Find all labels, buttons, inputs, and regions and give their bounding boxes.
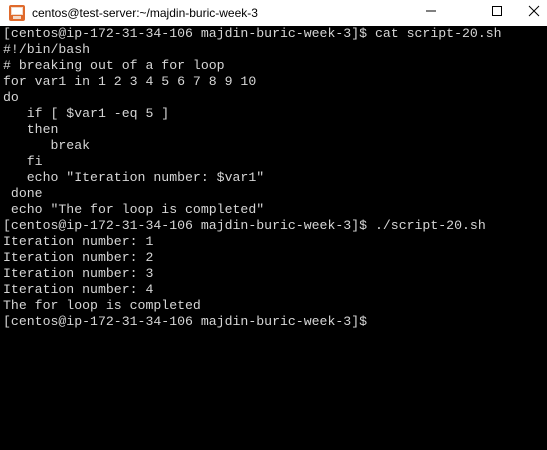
terminal-line: for var1 in 1 2 3 4 5 6 7 8 9 10	[3, 74, 257, 89]
terminal-line: break	[3, 138, 91, 153]
terminal-line: Iteration number: 2	[3, 250, 154, 265]
maximize-button[interactable]	[474, 0, 520, 26]
terminal-line: Iteration number: 3	[3, 266, 154, 281]
terminal-line: do	[3, 90, 19, 105]
window-title: centos@test-server:~/majdin-buric-week-3	[32, 6, 258, 20]
terminal-window: centos@test-server:~/majdin-buric-week-3	[0, 0, 547, 450]
minimize-button[interactable]	[408, 0, 454, 26]
terminal-line: # breaking out of a for loop	[3, 58, 225, 73]
title-bar[interactable]: centos@test-server:~/majdin-buric-week-3	[0, 0, 547, 26]
terminal-line: if [ $var1 -eq 5 ]	[3, 106, 170, 121]
terminal-line: [centos@ip-172-31-34-106 majdin-buric-we…	[3, 218, 486, 233]
terminal-line: Iteration number: 4	[3, 282, 154, 297]
terminal-line: echo "Iteration number: $var1"	[3, 170, 265, 185]
terminal-line: fi	[3, 154, 43, 169]
terminal-line: #!/bin/bash	[3, 42, 91, 57]
terminal-output[interactable]: [centos@ip-172-31-34-106 majdin-buric-we…	[0, 26, 547, 450]
terminal-line: Iteration number: 1	[3, 234, 154, 249]
maximize-icon	[491, 4, 503, 22]
close-button[interactable]	[520, 0, 547, 26]
minimize-icon	[425, 4, 437, 22]
terminal-line: done	[3, 186, 43, 201]
terminal-line: The for loop is completed	[3, 298, 201, 313]
terminal-line: echo "The for loop is completed"	[3, 202, 265, 217]
terminal-line: then	[3, 122, 59, 137]
terminal-line: [centos@ip-172-31-34-106 majdin-buric-we…	[3, 26, 502, 41]
putty-terminal-icon[interactable]	[8, 4, 26, 22]
terminal-prompt[interactable]: [centos@ip-172-31-34-106 majdin-buric-we…	[3, 314, 367, 330]
close-icon	[528, 4, 540, 22]
